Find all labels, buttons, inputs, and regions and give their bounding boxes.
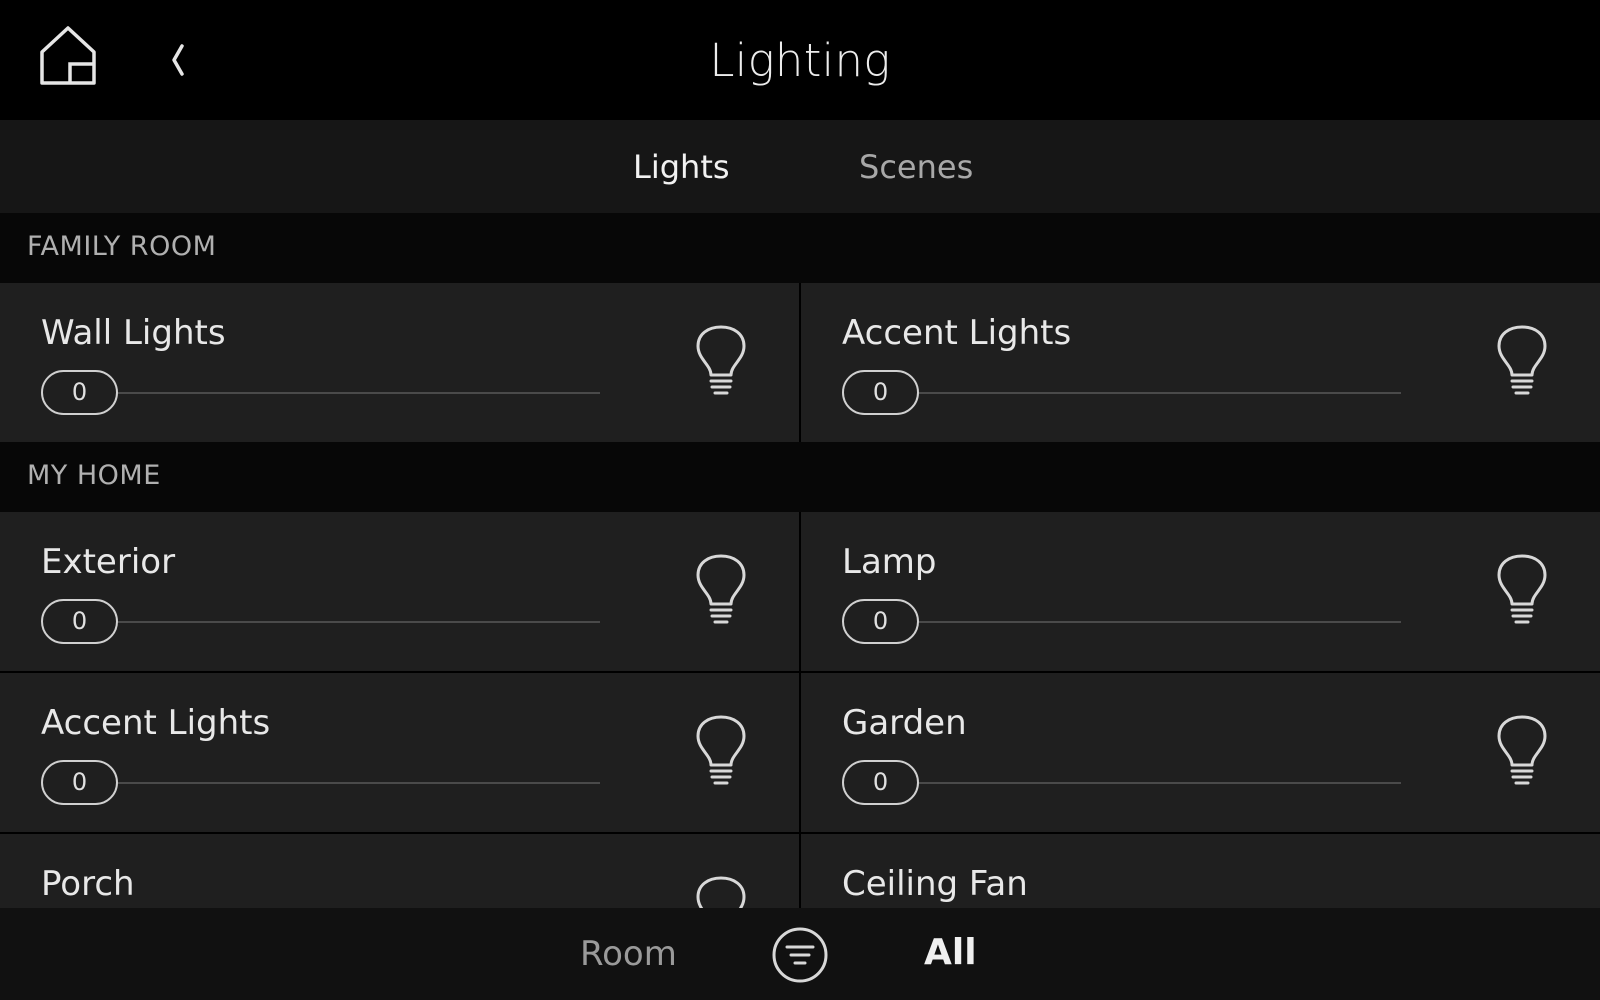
light-tile-exterior[interactable]: Exterior 0 <box>0 512 799 671</box>
light-tile-wall-lights[interactable]: Wall Lights 0 <box>0 283 799 442</box>
light-tile-garden[interactable]: Garden 0 <box>801 673 1600 832</box>
lightbulb-icon[interactable] <box>1495 325 1549 401</box>
dimmer-level[interactable]: 0 <box>842 599 919 644</box>
lights-list[interactable]: FAMILY ROOM Wall Lights 0 Accent Lights … <box>0 213 1600 908</box>
bottom-bar: Room All <box>0 908 1600 1000</box>
tab-lights[interactable]: Lights <box>633 148 730 186</box>
dimmer-level[interactable]: 0 <box>41 370 118 415</box>
light-name: Exterior <box>41 542 176 582</box>
light-tile-lamp[interactable]: Lamp 0 <box>801 512 1600 671</box>
light-tile-porch[interactable]: Porch <box>0 834 799 908</box>
lightbulb-icon[interactable] <box>694 715 748 791</box>
tab-scenes[interactable]: Scenes <box>859 148 973 186</box>
tile-grid: Wall Lights 0 Accent Lights 0 <box>0 283 1600 442</box>
dimmer-slider[interactable] <box>116 392 600 394</box>
light-name: Accent Lights <box>41 703 271 743</box>
dimmer-level[interactable]: 0 <box>41 760 118 805</box>
dimmer-slider[interactable] <box>116 621 600 623</box>
light-name: Wall Lights <box>41 313 226 353</box>
dimmer-slider[interactable] <box>917 621 1401 623</box>
section-title: FAMILY ROOM <box>27 231 217 262</box>
light-name: Porch <box>41 864 135 904</box>
dimmer-slider[interactable] <box>116 782 600 784</box>
lightbulb-icon[interactable] <box>694 554 748 630</box>
dimmer-level[interactable]: 0 <box>842 370 919 415</box>
tile-grid: Exterior 0 Lamp 0 Accent Lights 0 Garden <box>0 512 1600 908</box>
light-tile-accent-lights[interactable]: Accent Lights 0 <box>801 283 1600 442</box>
dimmer-level[interactable]: 0 <box>41 599 118 644</box>
lightbulb-icon[interactable] <box>694 876 748 908</box>
section-header-family-room: FAMILY ROOM <box>0 213 1600 283</box>
top-bar: Lighting <box>0 0 1600 120</box>
section-title: MY HOME <box>27 460 161 491</box>
light-tile-ceiling-fan[interactable]: Ceiling Fan <box>801 834 1600 908</box>
light-name: Accent Lights <box>842 313 1072 353</box>
tab-bar: Lights Scenes <box>0 120 1600 213</box>
dimmer-level[interactable]: 0 <box>842 760 919 805</box>
section-header-my-home: MY HOME <box>0 442 1600 512</box>
filter-room-button[interactable]: Room <box>580 934 677 974</box>
light-name: Garden <box>842 703 967 743</box>
filter-all-button[interactable]: All <box>924 932 977 973</box>
dimmer-slider[interactable] <box>917 392 1401 394</box>
filter-icon[interactable] <box>771 926 829 984</box>
page-title: Lighting <box>709 34 891 87</box>
light-name: Ceiling Fan <box>842 864 1028 904</box>
lightbulb-icon[interactable] <box>694 325 748 401</box>
lightbulb-icon[interactable] <box>1495 554 1549 630</box>
light-tile-accent-lights-2[interactable]: Accent Lights 0 <box>0 673 799 832</box>
light-name: Lamp <box>842 542 937 582</box>
lightbulb-icon[interactable] <box>1495 715 1549 791</box>
dimmer-slider[interactable] <box>917 782 1401 784</box>
